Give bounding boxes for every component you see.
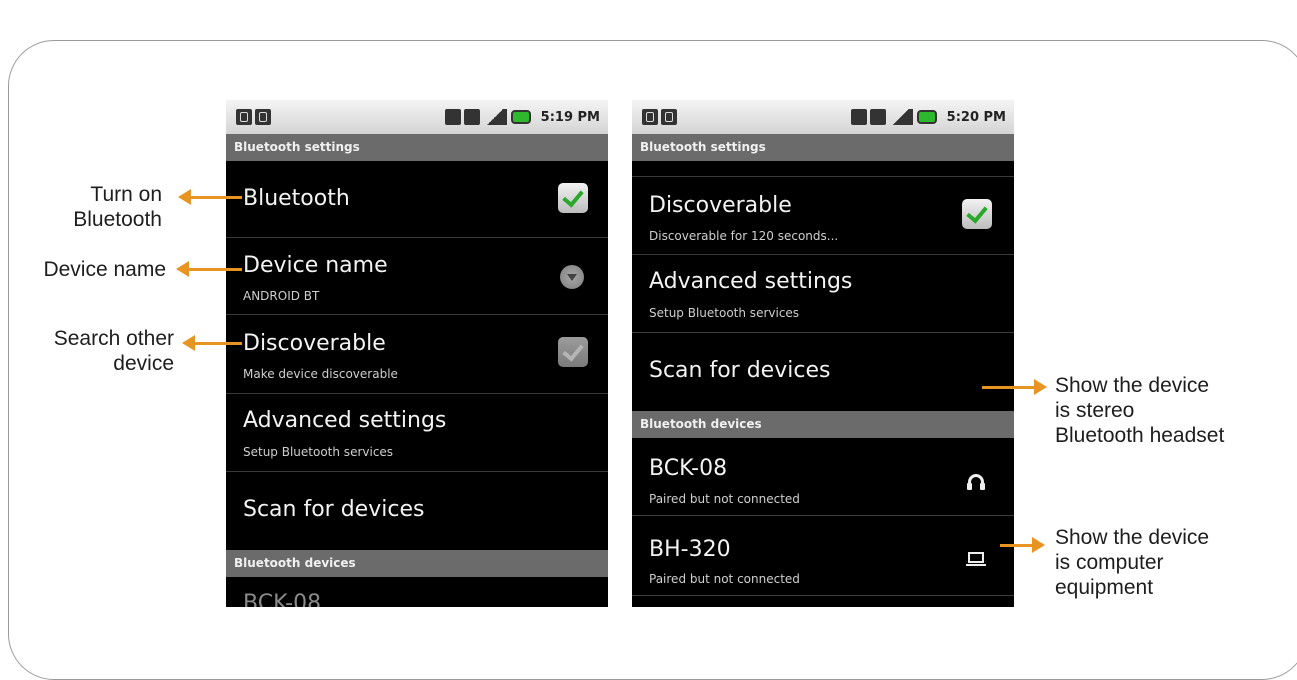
callout-text: equipment <box>1055 576 1154 599</box>
advanced-settings-row[interactable]: Advanced settings Setup Bluetooth servic… <box>632 255 1014 333</box>
device-status: Paired but not connected <box>649 572 800 586</box>
discoverable-label: Discoverable <box>243 331 386 356</box>
scan-devices-label: Scan for devices <box>243 497 425 522</box>
bluetooth-toggle-row[interactable]: Bluetooth <box>226 161 608 238</box>
check-icon <box>562 185 584 208</box>
arrow-line <box>190 196 242 199</box>
discoverable-summary: Make device discoverable <box>243 367 398 381</box>
callout-text: is computer <box>1055 551 1164 574</box>
callout-text: Show the device <box>1055 526 1210 549</box>
status-bar: 5:19 PM <box>226 100 608 134</box>
discoverable-row[interactable]: Discoverable Discoverable for 120 second… <box>632 177 1014 255</box>
arrow-line <box>194 342 242 345</box>
check-icon <box>966 201 988 224</box>
discoverable-label: Discoverable <box>649 193 792 218</box>
device-name: BH-320 <box>649 537 731 562</box>
bluetooth-icon <box>444 109 461 125</box>
callout-text: Device name <box>43 258 166 281</box>
arrow-line <box>1000 544 1034 547</box>
device-row[interactable]: BCK-08 <box>226 577 608 607</box>
usb-icon <box>236 109 252 125</box>
check-icon <box>562 339 584 362</box>
scan-devices-row[interactable]: Scan for devices <box>632 333 1014 411</box>
advanced-settings-label: Advanced settings <box>243 408 447 433</box>
bluetooth-checkbox[interactable] <box>558 183 588 213</box>
device-row[interactable]: BH-320 Paired but not connected <box>632 516 1014 596</box>
callout-text: Show the device <box>1055 374 1210 397</box>
scrolled-row-edge <box>632 161 1014 177</box>
callout-computer: Show the device is computer equipment <box>1055 525 1209 600</box>
device-status: Paired but not connected <box>649 492 800 506</box>
scan-devices-label: Scan for devices <box>649 358 831 383</box>
phone-screen-right: 5:20 PM Bluetooth settings Discoverable … <box>632 100 1014 607</box>
arrow-right-icon <box>1034 379 1047 395</box>
device-name: BCK-08 <box>649 456 728 481</box>
network-icon <box>869 109 886 125</box>
discoverable-checkbox[interactable] <box>962 199 992 229</box>
signal-icon <box>482 109 507 125</box>
callout-text: device <box>113 352 174 375</box>
status-time: 5:20 PM <box>946 109 1006 125</box>
device-name: BCK-08 <box>243 591 322 607</box>
computer-icon <box>966 552 986 566</box>
phone-screen-left: 5:19 PM Bluetooth settings Bluetooth Dev… <box>226 100 608 607</box>
dropdown-icon[interactable] <box>560 265 584 289</box>
device-name-label: Device name <box>243 253 388 278</box>
device-name-value: ANDROID BT <box>243 289 320 303</box>
callout-headset: Show the device is stereo Bluetooth head… <box>1055 373 1224 448</box>
arrow-line <box>188 268 242 271</box>
signal-icon <box>888 109 913 125</box>
arrow-right-icon <box>1032 537 1045 553</box>
discoverable-summary: Discoverable for 120 seconds... <box>649 229 839 243</box>
devices-section-header: Bluetooth devices <box>632 411 1014 438</box>
headset-icon <box>967 474 985 490</box>
notification-icon <box>661 109 677 125</box>
discoverable-checkbox[interactable] <box>558 337 588 367</box>
callout-text: Turn on <box>90 183 162 206</box>
status-time: 5:19 PM <box>540 109 600 125</box>
advanced-settings-summary: Setup Bluetooth services <box>243 445 394 459</box>
scan-devices-row[interactable]: Scan for devices <box>226 472 608 550</box>
notification-icon <box>255 109 271 125</box>
discoverable-row[interactable]: Discoverable Make device discoverable <box>226 315 608 394</box>
status-bar: 5:20 PM <box>632 100 1014 134</box>
screen-title: Bluetooth settings <box>632 134 1014 161</box>
callout-text: Bluetooth headset <box>1055 424 1225 447</box>
callout-device-name: Device name <box>43 257 166 282</box>
callout-search-other: Search other device <box>54 326 174 376</box>
device-name-row[interactable]: Device name ANDROID BT <box>226 238 608 315</box>
callout-text: is stereo <box>1055 399 1135 422</box>
callout-text: Bluetooth <box>73 208 162 231</box>
bluetooth-icon <box>850 109 867 125</box>
callout-text: Search other <box>53 327 174 350</box>
advanced-settings-label: Advanced settings <box>649 269 853 294</box>
battery-icon <box>510 110 531 124</box>
battery-icon <box>916 110 937 124</box>
advanced-settings-summary: Setup Bluetooth services <box>649 306 800 320</box>
screen-title: Bluetooth settings <box>226 134 608 161</box>
device-row[interactable]: BCK-08 Paired but not connected <box>632 438 1014 516</box>
devices-section-header: Bluetooth devices <box>226 550 608 577</box>
usb-icon <box>642 109 658 125</box>
arrow-line <box>982 386 1036 389</box>
callout-turn-on: Turn on Bluetooth <box>73 182 162 232</box>
network-icon <box>463 109 480 125</box>
bluetooth-label: Bluetooth <box>243 186 350 211</box>
advanced-settings-row[interactable]: Advanced settings Setup Bluetooth servic… <box>226 394 608 472</box>
